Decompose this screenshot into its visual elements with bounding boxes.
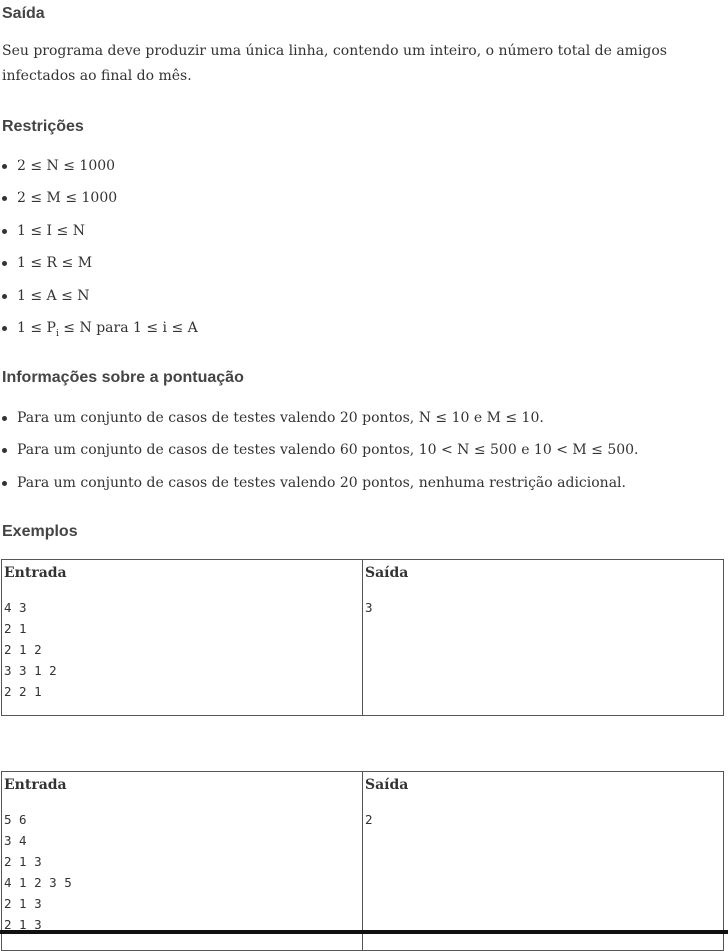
bullet-icon <box>2 261 7 267</box>
saida-text: Seu programa deve produzir uma única lin… <box>2 43 667 84</box>
bullet-icon <box>2 448 7 454</box>
bullet-icon <box>2 293 7 299</box>
saida-cell: Saída 3 <box>362 559 724 716</box>
restriction-suffix: ≤ N para 1 ≤ i ≤ A <box>58 319 198 336</box>
restriction-prefix: 1 ≤ P <box>17 319 56 336</box>
entrada-content[interactable]: 4 3 2 1 2 1 2 3 3 1 2 2 2 1 <box>2 583 362 702</box>
saida-content[interactable]: 3 <box>363 583 723 618</box>
entrada-header: Entrada <box>4 777 67 793</box>
list-item: 1 ≤ I ≤ N <box>0 221 198 253</box>
bullet-icon <box>2 416 7 421</box>
list-item: 2 ≤ M ≤ 1000 <box>0 188 198 220</box>
pontuacao-list: Para um conjunto de casos de testes vale… <box>0 408 639 505</box>
bottom-edge-bar <box>0 930 728 934</box>
saida-header: Saída <box>365 777 409 793</box>
bullet-icon <box>2 228 7 234</box>
pontuacao-heading: Informações sobre a pontuação <box>2 369 244 386</box>
entrada-header: Entrada <box>4 565 67 581</box>
list-item: 1 ≤ R ≤ M <box>0 253 198 285</box>
restriction-text: 1 ≤ A ≤ N <box>17 287 90 304</box>
saida-heading: Saída <box>2 5 45 22</box>
entrada-cell: Entrada 4 3 2 1 2 1 2 3 3 1 2 2 2 1 <box>2 560 363 716</box>
entrada-content[interactable]: 5 6 3 4 2 1 3 4 1 2 3 5 2 1 3 2 1 3 <box>2 795 362 935</box>
restriction-text: 2 ≤ M ≤ 1000 <box>17 190 118 207</box>
pontuacao-text: Para um conjunto de casos de testes vale… <box>17 474 626 491</box>
restriction-text: 1 ≤ R ≤ M <box>17 255 93 272</box>
saida-content[interactable]: 2 <box>363 795 723 830</box>
list-item: 1 ≤ Pi ≤ N para 1 ≤ i ≤ A <box>0 318 198 350</box>
list-item: Para um conjunto de casos de testes vale… <box>0 440 639 472</box>
example-table-2: Entrada 5 6 3 4 2 1 3 4 1 2 3 5 2 1 3 2 … <box>1 771 724 951</box>
restriction-text: 2 ≤ N ≤ 1000 <box>17 158 116 174</box>
list-item: Para um conjunto de casos de testes vale… <box>0 473 639 505</box>
bullet-icon <box>2 325 7 331</box>
list-item: 2 ≤ N ≤ 1000 <box>0 156 198 188</box>
list-item: Para um conjunto de casos de testes vale… <box>0 408 639 440</box>
bullet-icon <box>2 196 7 202</box>
restricoes-list: 2 ≤ N ≤ 1000 2 ≤ M ≤ 1000 1 ≤ I ≤ N 1 ≤ … <box>0 156 198 350</box>
restriction-text: 1 ≤ I ≤ N <box>17 222 85 239</box>
pontuacao-text: Para um conjunto de casos de testes vale… <box>17 442 639 459</box>
bullet-icon <box>2 480 7 486</box>
bullet-icon <box>2 164 7 169</box>
restricoes-heading: Restrições <box>2 118 84 135</box>
saida-cell: Saída 2 <box>362 771 724 951</box>
entrada-cell: Entrada 5 6 3 4 2 1 3 4 1 2 3 5 2 1 3 2 … <box>2 772 363 951</box>
saida-header: Saída <box>365 565 409 581</box>
pontuacao-text: Para um conjunto de casos de testes vale… <box>17 410 544 426</box>
example-table-1: Entrada 4 3 2 1 2 1 2 3 3 1 2 2 2 1 Saíd… <box>1 559 724 716</box>
exemplos-heading: Exemplos <box>2 523 78 540</box>
list-item: 1 ≤ A ≤ N <box>0 286 198 318</box>
